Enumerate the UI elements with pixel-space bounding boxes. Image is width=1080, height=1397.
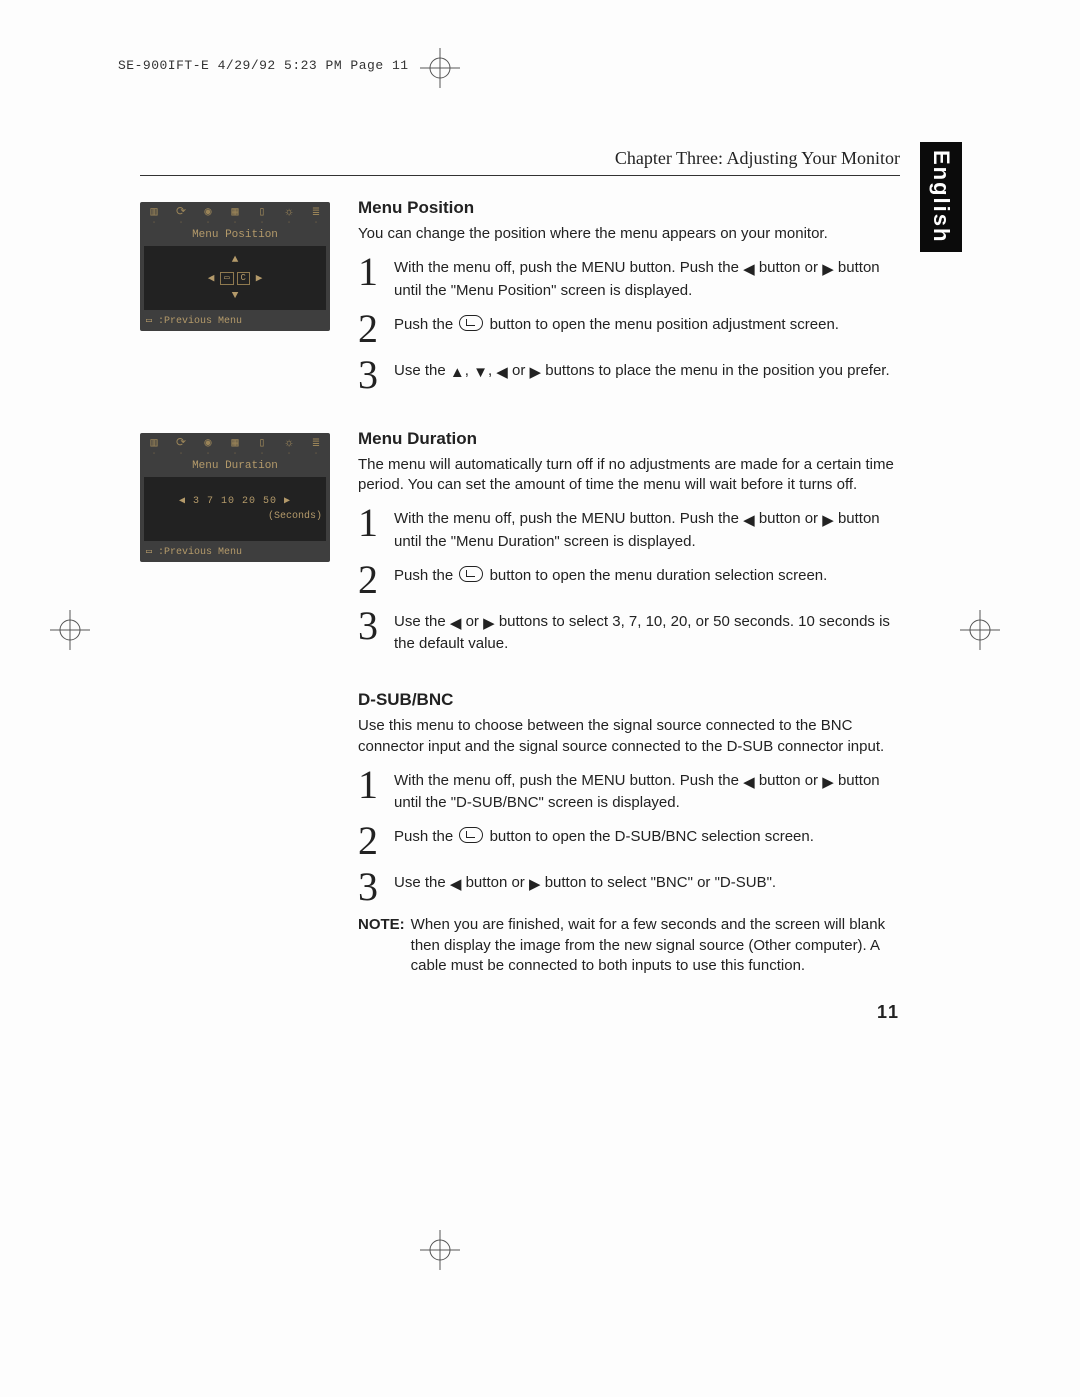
step-text: With the menu off, push the MENU button.… [394,259,739,276]
enter-icon [459,566,483,582]
up-arrow-icon: ▲ [450,363,465,383]
menu-icon: ▭ [146,547,152,558]
section-intro: The menu will automatically turn off if … [358,455,900,496]
section-title: Menu Position [358,198,900,218]
section-intro: Use this menu to choose between the sign… [358,716,900,757]
crop-mark-icon [420,1230,460,1270]
step-row: 3 Use the ◀ or ▶ buttons to select 3, 7,… [358,608,900,655]
left-arrow-icon: ◀ [450,614,462,634]
menu-icon: ▭ [146,316,152,327]
step-number: 2 [358,823,382,859]
step-text: button or [759,259,818,276]
step-text: button to select "BNC" or "D-SUB". [545,874,776,891]
step-text: button to open the menu duration selecti… [490,567,828,584]
step-text: Push the [680,510,739,527]
osd-center-btn: ▭ [220,272,233,285]
step-row: 2 Push the button to open the D-SUB/BNC … [358,823,900,859]
down-arrow-icon: ▼ [473,363,488,383]
right-arrow-icon: ▶ [483,614,495,634]
step-text: Use the [394,874,446,891]
step-text: buttons to place the menu in the positio… [545,362,889,379]
right-arrow-icon: ▶ [284,496,291,507]
enter-icon [459,827,483,843]
slug-line: SE-900IFT-E 4/29/92 5:23 PM Page 11 [118,58,409,73]
up-arrow-icon: ▲ [232,254,239,266]
step-text: button or [759,772,818,789]
left-arrow-icon: ◀ [743,511,755,531]
section-title: D-SUB/BNC [358,690,900,710]
crop-mark-icon [420,48,460,88]
step-number: 2 [358,311,382,347]
step-text: Push the [394,316,453,333]
step-number: 3 [358,357,382,393]
step-row: 2 Push the button to open the menu durat… [358,562,900,598]
step-text: or [466,613,479,630]
step-text: Push the [394,828,453,845]
step-text: With the menu off, push the MENU button. [394,510,676,527]
osd-title: Menu Duration [140,459,330,475]
step-text: Use the [394,613,446,630]
step-row: 2 Push the button to open the menu posit… [358,311,900,347]
step-row: 1 With the menu off, push the MENU butto… [358,767,900,814]
enter-icon [459,315,483,331]
chapter-heading: Chapter Three: Adjusting Your Monitor [140,148,900,176]
note-row: NOTE: When you are finished, wait for a … [358,915,900,976]
left-arrow-icon: ◀ [450,875,462,895]
left-arrow-icon: ◀ [743,260,755,280]
osd-icon-bar: ▥⟳◉▦▯☼≣ [140,202,330,219]
step-text: button or [759,510,818,527]
left-arrow-icon: ◀ [496,363,508,383]
section-menu-position: ▥⟳◉▦▯☼≣ ▫▫▫▫▫▫▫ Menu Position ▲ ◀ ▭ C ▶ [140,198,900,403]
step-row: 3 Use the ▲, ▼, ◀ or ▶ buttons to place … [358,357,900,393]
step-text: Push the [680,772,739,789]
step-number: 1 [358,505,382,541]
document-page: SE-900IFT-E 4/29/92 5:23 PM Page 11 Chap… [0,0,1080,1397]
section-intro: You can change the position where the me… [358,224,900,244]
down-arrow-icon: ▼ [232,290,239,302]
right-arrow-icon: ▶ [529,875,541,895]
language-tab: English [920,142,962,252]
note-text: When you are finished, wait for a few se… [411,915,900,976]
right-arrow-icon: ▶ [822,260,834,280]
step-number: 1 [358,767,382,803]
osd-menu-position: ▥⟳◉▦▯☼≣ ▫▫▫▫▫▫▫ Menu Position ▲ ◀ ▭ C ▶ [140,202,330,331]
right-arrow-icon: ▶ [530,363,542,383]
step-row: 3 Use the ◀ button or ▶ button to select… [358,869,900,905]
left-arrow-icon: ◀ [208,271,215,285]
step-text: or [512,362,525,379]
crop-mark-icon [960,610,1000,650]
osd-title: Menu Position [140,228,330,244]
step-text: button to open the menu position adjustm… [490,316,839,333]
osd-cancel-btn: C [237,272,250,285]
step-text: button or [466,874,525,891]
step-row: 1 With the menu off, push the MENU butto… [358,254,900,301]
section-title: Menu Duration [358,429,900,449]
left-arrow-icon: ◀ [743,773,755,793]
page-number: 11 [140,1002,900,1023]
osd-duration-unit: (Seconds) [268,511,322,522]
section-menu-duration: ▥⟳◉▦▯☼≣ ▫▫▫▫▫▫▫ Menu Duration ◀ 3 7 10 2… [140,429,900,665]
step-number: 2 [358,562,382,598]
step-number: 1 [358,254,382,290]
right-arrow-icon: ▶ [822,511,834,531]
crop-mark-icon [50,610,90,650]
step-text: Use the [394,362,446,379]
note-label: NOTE: [358,915,405,976]
osd-position-grid: ▲ ◀ ▭ C ▶ ▼ [202,253,268,303]
content-area: Chapter Three: Adjusting Your Monitor En… [140,148,900,1023]
step-row: 1 With the menu off, push the MENU butto… [358,505,900,552]
step-text: Push the [394,567,453,584]
left-arrow-icon: ◀ [179,496,186,507]
step-number: 3 [358,869,382,905]
osd-duration-values: 3 7 10 20 50 [193,496,277,507]
right-arrow-icon: ▶ [822,773,834,793]
step-number: 3 [358,608,382,644]
right-arrow-icon: ▶ [256,271,263,285]
osd-footer: :Previous Menu [158,316,242,327]
section-dsub-bnc: D-SUB/BNC Use this menu to choose betwee… [358,690,900,976]
step-text: button to open the D-SUB/BNC selection s… [490,828,814,845]
osd-menu-duration: ▥⟳◉▦▯☼≣ ▫▫▫▫▫▫▫ Menu Duration ◀ 3 7 10 2… [140,433,330,562]
step-text: With the menu off, push the MENU button. [394,772,676,789]
osd-footer: :Previous Menu [158,547,242,558]
